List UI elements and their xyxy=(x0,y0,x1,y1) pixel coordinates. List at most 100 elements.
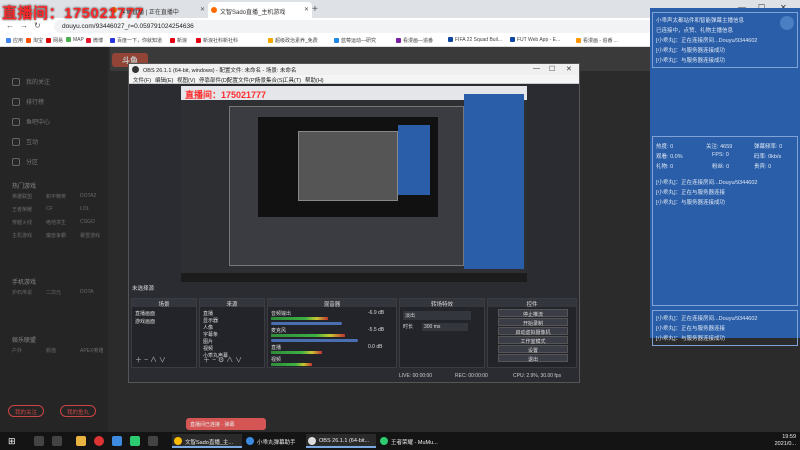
dock-title: 来源 xyxy=(200,299,264,308)
bookmark-item[interactable]: 新浪社科新社科 xyxy=(196,37,238,44)
sidebar-item-interact[interactable]: 互动 xyxy=(12,137,38,146)
category-link[interactable]: 主机游戏 xyxy=(12,232,32,239)
bookmark-item[interactable]: 看漫画—追番 xyxy=(396,37,433,44)
start-recording-button[interactable]: 开始录制 xyxy=(498,318,568,327)
browser-tab-active[interactable]: 文智Sado直播_主机游戏 ✕ xyxy=(208,2,312,18)
exit-button[interactable]: 退出 xyxy=(498,354,568,363)
category-link[interactable]: DOTA xyxy=(80,289,94,295)
volume-slider[interactable] xyxy=(271,339,358,342)
app-icon[interactable] xyxy=(112,436,122,446)
volume-slider[interactable] xyxy=(271,322,342,325)
stop-streaming-button[interactable]: 停止推流 xyxy=(498,309,568,318)
category-link[interactable]: 炉石传说 xyxy=(12,289,32,296)
obs-preview[interactable]: 直播间：175021777 xyxy=(181,86,527,282)
category-link[interactable]: DOTA2 xyxy=(80,193,96,199)
source-item[interactable]: 人像 xyxy=(203,324,213,331)
virtual-camera-button[interactable]: 启动虚拟摄像机 xyxy=(498,327,568,336)
transition-select[interactable]: 淡出 xyxy=(403,311,471,320)
duration-input[interactable]: 300 ms xyxy=(422,323,468,331)
minimize-icon[interactable]: — xyxy=(533,65,540,72)
taskbar-app-danmaku[interactable]: 小乖丸弹幕助手 xyxy=(244,434,304,448)
scene-item[interactable]: 直播画面 xyxy=(135,310,155,317)
source-item[interactable]: 直播 xyxy=(203,310,213,317)
bookmark-item[interactable]: FIFA 22 Squad Buil... xyxy=(448,37,502,43)
category-link[interactable]: CSGO xyxy=(80,219,95,225)
source-item[interactable]: 图片 xyxy=(203,338,213,345)
taskbar-app-mumu[interactable]: 王者荣耀 - MuMu... xyxy=(378,434,450,448)
menu-view[interactable]: 视图(V) xyxy=(177,76,195,84)
sidebar-item-category[interactable]: 分区 xyxy=(12,157,38,166)
netease-icon[interactable] xyxy=(94,436,104,446)
bookmark-item[interactable]: FUT Web App - E... xyxy=(510,37,560,43)
menu-tools[interactable]: 工具(T) xyxy=(283,76,301,84)
douyu-favicon-icon xyxy=(211,7,217,13)
sources-dock: 来源 直播 显示器 人像 字幕条 图片 视频 小乖丸声幕 ＋ − ⚙ ∧ ∨ xyxy=(199,298,265,368)
folder-icon[interactable] xyxy=(76,436,86,446)
sidebar-item-follow[interactable]: 我的关注 xyxy=(12,77,50,86)
category-link[interactable]: CF xyxy=(46,206,53,212)
category-link[interactable]: APEX英雄 xyxy=(80,347,103,354)
app-icon[interactable] xyxy=(148,436,158,446)
source-item[interactable]: 视频 xyxy=(203,345,213,352)
search-icon[interactable] xyxy=(34,436,44,446)
category-link[interactable]: 颜值 xyxy=(46,347,56,354)
bookmark-item[interactable]: 超级政治素养_免费 xyxy=(268,37,318,44)
bookmark-item[interactable]: 微博 xyxy=(86,37,103,44)
menu-docks[interactable]: 停靠部件(D) xyxy=(199,76,229,84)
new-tab-button[interactable]: + xyxy=(312,4,318,15)
source-add-remove-icons[interactable]: ＋ − ⚙ ∧ ∨ xyxy=(203,355,242,365)
taskbar-app-chrome[interactable]: 文智Sado直播_主... xyxy=(172,434,242,448)
category-link[interactable]: 二次元 xyxy=(46,289,61,296)
category-link[interactable]: 和平精英 xyxy=(46,193,66,200)
scenes-dock: 场景 直播画面 游戏画面 ＋ − ∧ ∨ xyxy=(131,298,197,368)
category-link[interactable]: LOL xyxy=(80,206,89,212)
bookmark-item[interactable]: 淘宝 xyxy=(26,37,43,44)
menu-edit[interactable]: 编辑(E) xyxy=(155,76,173,84)
windows-start-icon[interactable]: ⊞ xyxy=(8,436,18,446)
system-clock[interactable]: 19:59 2021/0... xyxy=(775,434,796,448)
source-item[interactable]: 字幕条 xyxy=(203,331,218,338)
bookmark-item[interactable]: MAP xyxy=(66,37,84,43)
url-text: douyu.com/93446027_r=0.05979102425463​6 xyxy=(62,23,194,30)
menu-profile[interactable]: 配置文件(P) xyxy=(227,76,256,84)
scene-add-remove-icons[interactable]: ＋ − ∧ ∨ xyxy=(135,355,166,365)
scene-item[interactable]: 游戏画面 xyxy=(135,318,155,325)
menu-scene-collection[interactable]: 场景集合(S) xyxy=(255,76,284,84)
address-bar[interactable]: douyu.com/93446027_r=0.05979102425463​6 xyxy=(54,20,654,33)
bookmark-item[interactable]: 蓝莓运动—研究 xyxy=(334,37,376,44)
category-link[interactable]: 魔兽争霸 xyxy=(46,232,66,239)
category-link[interactable]: 暴雪游戏 xyxy=(80,232,100,239)
close-icon[interactable]: ✕ xyxy=(304,6,309,13)
category-link[interactable]: 王者荣耀 xyxy=(12,206,32,213)
close-icon[interactable]: ✕ xyxy=(200,6,205,13)
bookmark-item[interactable]: 百度一下，你就知道 xyxy=(110,37,162,44)
maximize-icon[interactable]: ☐ xyxy=(549,65,555,73)
bookmark-item[interactable]: 应用 xyxy=(6,37,23,44)
settings-button[interactable]: 设置 xyxy=(498,345,568,354)
task-view-icon[interactable] xyxy=(52,436,62,446)
taskbar-app-obs[interactable]: OBS 26.1.1 (64-bit... xyxy=(306,434,376,448)
fishball-button[interactable]: 我的鱼丸 xyxy=(60,405,97,417)
source-item[interactable]: 显示器 xyxy=(203,317,218,324)
studio-mode-button[interactable]: 工作室模式 xyxy=(498,336,568,345)
category-link[interactable]: 绝地求生 xyxy=(46,219,66,226)
clock-date: 2021/0... xyxy=(774,441,796,447)
stat-fans: 粉丝: 0 xyxy=(712,164,730,170)
bookmark-item[interactable]: 网易 xyxy=(46,37,63,44)
category-link[interactable]: 穿越火线 xyxy=(12,219,32,226)
follow-button[interactable]: 我的关注 xyxy=(8,405,45,417)
category-link[interactable]: 户外 xyxy=(12,347,22,354)
category-link[interactable]: 英雄联盟 xyxy=(12,193,32,200)
preview-nested-capture xyxy=(258,117,438,217)
menu-help[interactable]: 帮助(H) xyxy=(305,76,324,84)
bookmark-item[interactable]: 看漫画 - 追番 ... xyxy=(576,37,618,44)
menu-file[interactable]: 文件(F) xyxy=(133,76,151,84)
audio-meter xyxy=(271,334,345,337)
bookmark-item[interactable]: 新浪 xyxy=(170,37,187,44)
sidebar-item-rank[interactable]: 排行榜 xyxy=(12,97,44,106)
wechat-icon[interactable] xyxy=(130,436,140,446)
panel-toggle-button[interactable] xyxy=(780,16,794,30)
sidebar-item-fishbar[interactable]: 鱼吧中心 xyxy=(12,117,50,126)
close-icon[interactable]: ✕ xyxy=(566,65,572,73)
mixer-channel-db: -6.9 dB xyxy=(368,310,385,316)
